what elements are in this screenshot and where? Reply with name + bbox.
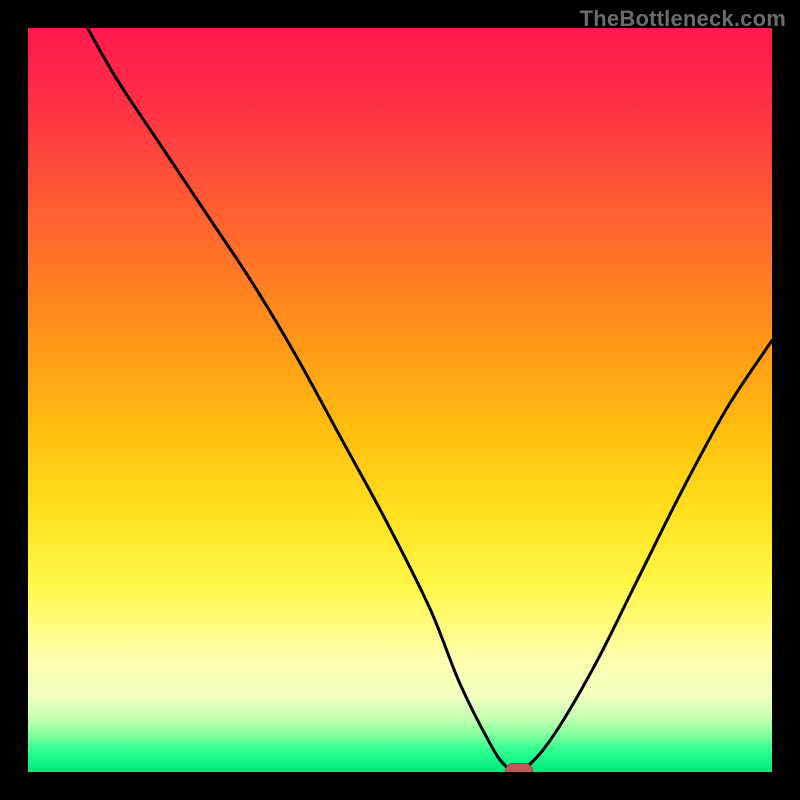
plot-area [28, 28, 772, 772]
optimal-point-marker [505, 763, 533, 772]
watermark: TheBottleneck.com [580, 6, 786, 32]
bottleneck-curve [28, 28, 772, 772]
chart-container: TheBottleneck.com [0, 0, 800, 800]
